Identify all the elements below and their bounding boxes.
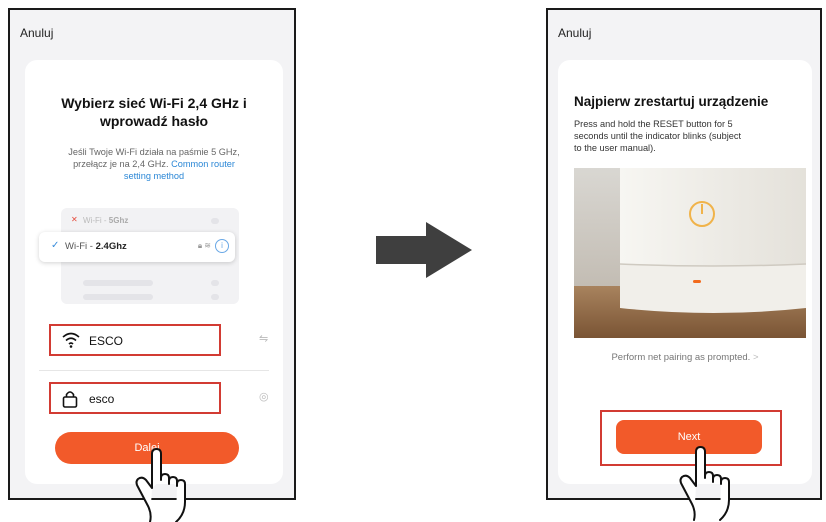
chevron-right-icon: > — [752, 352, 759, 363]
password-field[interactable]: esco — [49, 382, 221, 414]
device-photo — [574, 168, 806, 338]
info-icon: i — [215, 239, 229, 253]
phone-screen-wifi: Anuluj Wybierz sieć Wi-Fi 2,4 GHz i wpro… — [8, 8, 296, 500]
lock-icon — [62, 391, 78, 408]
reset-description: Press and hold the RESET button for 5 se… — [574, 119, 741, 153]
ssid-value: ESCO — [89, 334, 124, 348]
placeholder-bar — [83, 294, 153, 300]
phone-screen-reset: Anuluj Najpierw zrestartuj urządzenie Pr… — [546, 8, 822, 500]
hand-pointer-icon — [135, 448, 186, 522]
wifi-description: Jeśli Twoje Wi-Fi działa na paśmie 5 GHz… — [39, 146, 269, 182]
net-pairing-link[interactable]: Perform net pairing as prompted. > — [558, 352, 812, 363]
placeholder-bar — [211, 280, 219, 286]
cancel-button[interactable]: Anuluj — [558, 26, 591, 40]
placeholder-bar — [83, 280, 153, 286]
reset-card: Najpierw zrestartuj urządzenie Press and… — [558, 60, 812, 484]
wifi-card: Wybierz sieć Wi-Fi 2,4 GHz i wprowadź ha… — [25, 60, 283, 484]
switch-network-icon[interactable]: ⇋ — [259, 332, 268, 345]
router-image — [574, 168, 806, 338]
divider — [39, 370, 269, 371]
placeholder-bar — [211, 294, 219, 300]
page-title: Wybierz sieć Wi-Fi 2,4 GHz i wprowadź ha… — [61, 95, 247, 129]
wifi-icon — [62, 332, 80, 348]
eye-icon[interactable]: ◎ — [259, 390, 269, 403]
password-value: esco — [89, 392, 115, 406]
hand-pointer-icon — [679, 446, 730, 521]
cancel-button[interactable]: Anuluj — [20, 26, 53, 40]
page-title: Najpierw zrestartuj urządzenie — [574, 94, 769, 109]
arrow-right-icon — [376, 222, 472, 278]
ssid-field[interactable]: ESCO — [49, 324, 221, 356]
lock-wifi-icon: 🔒︎ ≋ — [197, 241, 211, 250]
wifi-24ghz-row: ✓ Wi-Fi - 2.4Ghz 🔒︎ ≋ i — [39, 232, 235, 262]
cross-icon: ✕ — [71, 215, 78, 224]
router-setting-link-cont[interactable]: setting method — [39, 170, 269, 182]
check-icon: ✓ — [51, 240, 60, 251]
placeholder-bar — [211, 218, 219, 224]
router-setting-link[interactable]: Common router — [171, 159, 235, 169]
